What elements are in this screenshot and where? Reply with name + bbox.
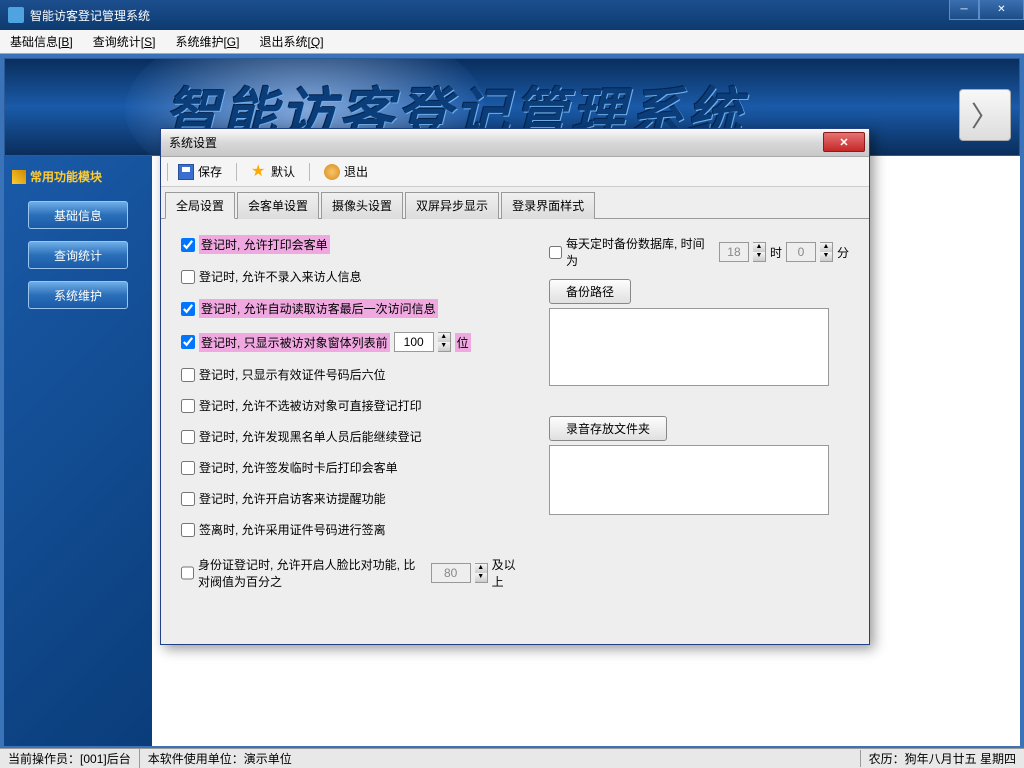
input-backup-hour xyxy=(719,242,749,262)
spin-list-limit[interactable]: ▲▼ xyxy=(438,332,451,352)
lbl-face-compare-a: 身份证登记时, 允许开启人脸比对功能, 比对阀值为百分之 xyxy=(198,556,427,590)
spin-backup-hour: ▲▼ xyxy=(753,242,766,262)
status-lunar: 农历：狗年八月廿五 星期四 xyxy=(860,750,1024,767)
status-unit: 本软件使用单位：演示单位 xyxy=(140,749,860,768)
tab-camera[interactable]: 摄像头设置 xyxy=(321,192,403,219)
chk-no-visitor-info[interactable] xyxy=(181,270,195,284)
tab-receipt[interactable]: 会客单设置 xyxy=(237,192,319,219)
chk-no-target-print[interactable] xyxy=(181,399,195,413)
chk-blacklist-continue[interactable] xyxy=(181,430,195,444)
input-face-threshold xyxy=(431,563,471,583)
input-backup-min xyxy=(786,242,816,262)
lbl-hour-unit: 时 xyxy=(770,244,782,261)
menu-maint[interactable]: 系统维护[G] xyxy=(175,33,239,50)
dialog-close-button[interactable]: ✕ xyxy=(823,132,865,152)
window-title: 智能访客登记管理系统 xyxy=(30,7,150,24)
lbl-auto-read-last: 登记时, 允许自动读取访客最后一次访问信息 xyxy=(199,299,438,318)
record-folder-textbox[interactable] xyxy=(549,445,829,515)
lbl-id-last6: 登记时, 只显示有效证件号码后六位 xyxy=(199,366,386,383)
lbl-no-visitor-info: 登记时, 允许不录入来访人信息 xyxy=(199,268,362,285)
lbl-signout-by-id: 签离时, 允许采用证件号码进行签离 xyxy=(199,521,386,538)
spin-face-threshold: ▲▼ xyxy=(475,563,488,583)
menu-bar: 基础信息[B] 查询统计[S] 系统维护[G] 退出系统[Q] xyxy=(0,30,1024,54)
minimize-button[interactable]: ─ xyxy=(949,0,979,20)
chk-daily-backup[interactable] xyxy=(549,246,562,259)
dialog-titlebar[interactable]: 系统设置 ✕ xyxy=(161,129,869,157)
tab-global[interactable]: 全局设置 xyxy=(165,192,235,219)
save-button[interactable]: 保存 xyxy=(172,161,228,182)
lbl-no-target-print: 登记时, 允许不选被访对象可直接登记打印 xyxy=(199,397,422,414)
dialog-title-text: 系统设置 xyxy=(169,134,217,151)
chk-list-limit[interactable] xyxy=(181,335,195,349)
backup-path-button[interactable]: 备份路径 xyxy=(549,279,631,304)
lbl-face-compare-b: 及以上 xyxy=(492,556,519,590)
menu-exit[interactable]: 退出系统[Q] xyxy=(259,33,323,50)
chk-visit-reminder[interactable] xyxy=(181,492,195,506)
window-close-button[interactable]: ✕ xyxy=(979,0,1024,20)
menu-basic[interactable]: 基础信息[B] xyxy=(10,33,73,50)
settings-dialog: 系统设置 ✕ 保存 ★默认 退出 全局设置 会客单设置 摄像头设置 双屏异步显示… xyxy=(160,128,870,645)
sidebar: 常用功能模块 基础信息 查询统计 系统维护 xyxy=(4,156,152,746)
input-list-limit[interactable] xyxy=(394,332,434,352)
default-button[interactable]: ★默认 xyxy=(245,161,301,182)
lbl-tempcard-print: 登记时, 允许签发临时卡后打印会客单 xyxy=(199,459,398,476)
tab-login[interactable]: 登录界面样式 xyxy=(501,192,595,219)
backup-path-textbox[interactable] xyxy=(549,308,829,386)
status-bar: 当前操作员：[001]后台 本软件使用单位：演示单位 农历：狗年八月廿五 星期四 xyxy=(0,748,1024,768)
chk-print-receipt[interactable] xyxy=(181,238,195,252)
app-icon xyxy=(8,7,24,23)
chk-signout-by-id[interactable] xyxy=(181,523,195,537)
exit-button[interactable]: 退出 xyxy=(318,161,374,182)
banner-next-button[interactable]: 〉 xyxy=(959,89,1011,141)
chk-id-last6[interactable] xyxy=(181,368,195,382)
sidebar-btn-maint[interactable]: 系统维护 xyxy=(28,281,128,309)
lbl-list-limit-b: 位 xyxy=(455,333,471,352)
window-titlebar: 智能访客登记管理系统 ─ ✕ xyxy=(0,0,1024,30)
star-icon: ★ xyxy=(251,164,267,180)
save-icon xyxy=(178,164,194,180)
chk-face-compare[interactable] xyxy=(181,566,194,580)
spin-backup-min: ▲▼ xyxy=(820,242,833,262)
tab-dual[interactable]: 双屏异步显示 xyxy=(405,192,499,219)
lbl-min-unit: 分 xyxy=(837,244,849,261)
lbl-visit-reminder: 登记时, 允许开启访客来访提醒功能 xyxy=(199,490,386,507)
sidebar-btn-basic[interactable]: 基础信息 xyxy=(28,201,128,229)
tab-strip: 全局设置 会客单设置 摄像头设置 双屏异步显示 登录界面样式 xyxy=(161,187,869,219)
lbl-print-receipt: 登记时, 允许打印会客单 xyxy=(199,235,330,254)
record-folder-button[interactable]: 录音存放文件夹 xyxy=(549,416,667,441)
sidebar-btn-query[interactable]: 查询统计 xyxy=(28,241,128,269)
sidebar-header: 常用功能模块 xyxy=(4,164,152,189)
lbl-blacklist-continue: 登记时, 允许发现黑名单人员后能继续登记 xyxy=(199,428,422,445)
dialog-toolbar: 保存 ★默认 退出 xyxy=(161,157,869,187)
lbl-list-limit-a: 登记时, 只显示被访对象窗体列表前 xyxy=(199,333,390,352)
chk-auto-read-last[interactable] xyxy=(181,302,195,316)
menu-query[interactable]: 查询统计[S] xyxy=(93,33,156,50)
exit-icon xyxy=(324,164,340,180)
lbl-daily-backup: 每天定时备份数据库, 时间为 xyxy=(566,235,715,269)
chk-tempcard-print[interactable] xyxy=(181,461,195,475)
status-operator: 当前操作员：[001]后台 xyxy=(0,749,140,768)
pencil-icon xyxy=(12,170,26,184)
